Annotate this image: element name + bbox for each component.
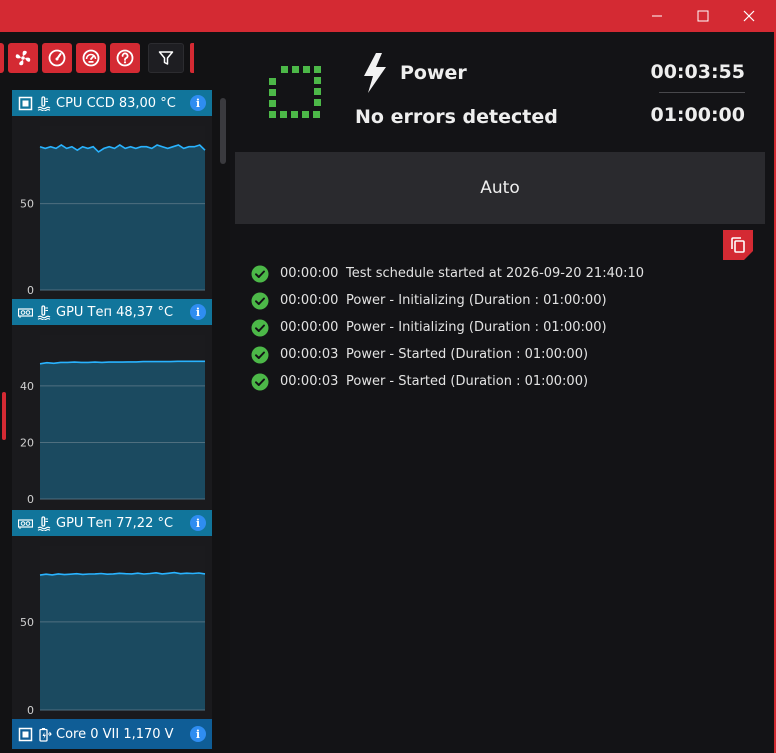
log-row: 00:00:00 Power - Initializing (Duration :…	[251, 287, 751, 314]
help-button[interactable]	[110, 43, 140, 73]
sensor-chart-svg: 40 20 0	[20, 335, 205, 506]
toolbar-button-partial[interactable]	[0, 43, 4, 73]
sensor-header[interactable]: Core 0 VII 1,170 V i	[12, 719, 212, 749]
sensor-label: GPU Теп 77,22 °C	[56, 515, 174, 531]
info-icon[interactable]: i	[190, 95, 206, 111]
test-log: 00:00:00 Test schedule started at 2026-09…	[251, 260, 751, 395]
speedometer-button[interactable]	[76, 43, 106, 73]
success-check-icon	[251, 346, 269, 363]
tick-label: 50	[20, 616, 34, 629]
sensor-chart: 50 0	[12, 116, 212, 302]
log-row: 00:00:03 Power - Started (Duration : 01:0…	[251, 368, 751, 395]
time-divider	[659, 92, 745, 93]
minimize-icon	[652, 15, 662, 17]
log-timestamp: 00:00:03	[280, 347, 339, 362]
gpu-card-icon	[18, 516, 33, 531]
sensor-header[interactable]: GPU Теп 48,37 °C i	[12, 299, 212, 325]
temperature-icon	[37, 304, 52, 320]
tick-label: 0	[27, 493, 34, 506]
sensor-header[interactable]: GPU Теп 77,22 °C i	[12, 510, 212, 536]
tick-label: 50	[20, 198, 34, 211]
test-duration: 01:00:00	[650, 104, 745, 126]
speedometer-icon	[82, 49, 100, 67]
cpu-chip-icon	[18, 727, 33, 742]
copy-log-button[interactable]	[723, 230, 753, 260]
stopped-status-icon	[269, 66, 321, 118]
sensor-chart: 50 0	[12, 536, 212, 722]
log-row: 00:00:00 Power - Initializing (Duration :…	[251, 314, 751, 341]
log-row: 00:00:03 Power - Started (Duration : 01:0…	[251, 341, 751, 368]
success-check-icon	[251, 292, 269, 309]
maximize-button[interactable]	[680, 0, 726, 32]
sensor-chart-svg: 50 0	[20, 126, 206, 297]
sensor-header[interactable]: CPU CCD 83,00 °C i	[12, 90, 212, 116]
elapsed-time: 00:03:55	[650, 61, 745, 83]
gauge-button[interactable]	[42, 43, 72, 73]
cpu-chip-icon	[18, 96, 33, 111]
fan-button[interactable]	[8, 43, 38, 73]
log-timestamp: 00:00:00	[280, 293, 339, 308]
sidebar-scrollbar[interactable]	[218, 96, 226, 753]
log-timestamp: 00:00:03	[280, 374, 339, 389]
sensor-label: CPU CCD 83,00 °C	[56, 95, 176, 111]
log-row: 00:00:00 Test schedule started at 2026-09…	[251, 260, 751, 287]
info-icon[interactable]: i	[190, 726, 206, 742]
temperature-icon	[37, 95, 52, 111]
sensor-label: Core 0 VII 1,170 V	[56, 726, 174, 742]
log-timestamp: 00:00:00	[280, 320, 339, 335]
error-status: No errors detected	[355, 106, 558, 128]
success-check-icon	[251, 319, 269, 336]
minimize-button[interactable]	[634, 0, 680, 32]
series-area	[40, 145, 205, 290]
filter-button[interactable]	[148, 43, 184, 73]
temperature-icon	[37, 515, 52, 531]
test-main-panel: Power No errors detected 00:03:55 01:00:…	[235, 32, 765, 753]
sensor-sidebar: CPU CCD 83,00 °C i 50 0 GPU Теп 48,37 °C …	[0, 32, 230, 753]
info-icon[interactable]: i	[190, 515, 206, 531]
series-area	[40, 572, 205, 710]
sensor-panel-core-voltage: Core 0 VII 1,170 V i	[12, 719, 212, 749]
app-window: CPU CCD 83,00 °C i 50 0 GPU Теп 48,37 °C …	[0, 0, 776, 753]
lightning-bolt-icon	[364, 53, 386, 93]
gpu-card-icon	[18, 305, 33, 320]
sensor-panel-gpu-temp-1: GPU Теп 48,37 °C i 40 20 0	[12, 299, 212, 511]
series-area	[40, 361, 205, 499]
close-icon	[743, 10, 755, 22]
copy-icon	[731, 237, 745, 253]
sensor-panel-cpu-ccd: CPU CCD 83,00 °C i 50 0	[12, 90, 212, 302]
tick-label: 20	[20, 436, 34, 449]
title-bar[interactable]	[0, 0, 774, 32]
gauge-icon	[48, 49, 66, 67]
selection-marker	[2, 392, 6, 440]
tick-label: 0	[27, 284, 34, 297]
log-message: Power - Started (Duration : 01:00:00)	[346, 374, 589, 389]
log-message: Power - Initializing (Duration : 01:00:0…	[346, 320, 607, 335]
sidebar-scrollbar-thumb[interactable]	[220, 98, 226, 164]
help-icon	[116, 49, 134, 67]
info-icon[interactable]: i	[190, 304, 206, 320]
filter-icon	[158, 51, 174, 65]
auto-mode-button[interactable]: Auto	[235, 152, 765, 224]
close-button[interactable]	[726, 0, 772, 32]
tick-label: 0	[27, 704, 34, 717]
log-timestamp: 00:00:00	[280, 266, 339, 281]
sensor-label: GPU Теп 48,37 °C	[56, 304, 174, 320]
fan-icon	[15, 50, 31, 66]
battery-icon	[37, 727, 52, 742]
sensor-chart: 40 20 0	[12, 325, 212, 511]
success-check-icon	[251, 373, 269, 390]
sensor-chart-svg: 50 0	[20, 546, 206, 717]
log-message: Power - Initializing (Duration : 01:00:0…	[346, 293, 607, 308]
sidebar-toolbar	[0, 40, 222, 76]
sensor-panel-gpu-temp-2: GPU Теп 77,22 °C i 50 0	[12, 510, 212, 722]
maximize-icon	[697, 10, 709, 22]
tick-label: 40	[20, 380, 34, 393]
test-name: Power	[400, 62, 467, 84]
log-message: Power - Started (Duration : 01:00:00)	[346, 347, 589, 362]
success-check-icon	[251, 265, 269, 282]
log-message: Test schedule started at 2026-09-20 21:4…	[346, 266, 645, 281]
toolbar-button-edge[interactable]	[190, 43, 194, 73]
